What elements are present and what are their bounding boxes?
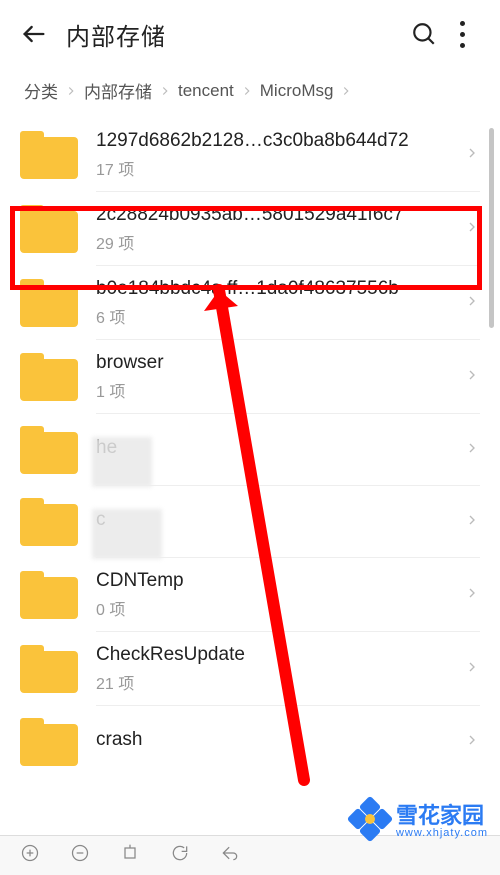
folder-list: 1297d6862b2128…c3c0ba8b644d72 17 项 2c288… xyxy=(0,118,500,835)
breadcrumb: 分类 内部存储 tencent MicroMsg xyxy=(0,68,500,117)
list-item[interactable]: b0e184bbdc4a ff…1da0f48637556b 6 项 xyxy=(0,266,500,340)
folder-icon xyxy=(20,718,78,766)
folder-count: 6 项 xyxy=(96,304,464,328)
chevron-right-icon xyxy=(464,512,480,533)
pixelation-overlay xyxy=(92,437,152,487)
folder-icon xyxy=(20,279,78,327)
more-button[interactable] xyxy=(444,18,480,51)
folder-count: 21 项 xyxy=(96,670,464,694)
back-button[interactable] xyxy=(20,20,56,48)
chevron-right-icon xyxy=(62,81,80,101)
list-item[interactable]: 2c28824b0935ab…5801529a41f6c7 29 项 xyxy=(0,192,500,266)
list-item[interactable]: c xyxy=(0,486,500,558)
watermark-url: www.xhjaty.com xyxy=(396,827,488,839)
folder-count: 17 项 xyxy=(96,156,464,180)
back-icon[interactable] xyxy=(220,843,240,868)
folder-count: 1 项 xyxy=(96,378,464,402)
chevron-right-icon xyxy=(238,81,256,101)
chevron-right-icon xyxy=(464,293,480,314)
folder-icon xyxy=(20,426,78,474)
folder-name: crash xyxy=(96,729,464,751)
tool-icon[interactable] xyxy=(20,843,40,868)
folder-icon xyxy=(20,131,78,179)
app-header: 内部存储 xyxy=(0,0,500,68)
list-item[interactable]: CDNTemp 0 项 xyxy=(0,558,500,632)
folder-icon xyxy=(20,205,78,253)
chevron-right-icon xyxy=(464,367,480,388)
chevron-right-icon xyxy=(464,732,480,753)
folder-count: 0 项 xyxy=(96,596,464,620)
tool-icon[interactable] xyxy=(70,843,90,868)
chevron-right-icon xyxy=(156,81,174,101)
breadcrumb-item[interactable]: tencent xyxy=(174,81,238,101)
chevron-right-icon xyxy=(464,145,480,166)
chevron-right-icon xyxy=(464,585,480,606)
folder-icon xyxy=(20,645,78,693)
folder-name: CDNTemp xyxy=(96,570,464,592)
list-item[interactable]: browser 1 项 xyxy=(0,340,500,414)
chevron-right-icon xyxy=(464,659,480,680)
breadcrumb-item[interactable]: 分类 xyxy=(20,78,62,103)
folder-icon xyxy=(20,353,78,401)
list-item[interactable]: 1297d6862b2128…c3c0ba8b644d72 17 项 xyxy=(0,118,500,192)
list-item[interactable]: crash xyxy=(0,706,500,778)
folder-count: 29 项 xyxy=(96,230,464,254)
chevron-right-icon xyxy=(464,219,480,240)
watermark-brand: 雪花家园 xyxy=(396,803,484,828)
breadcrumb-item[interactable]: 内部存储 xyxy=(80,78,156,103)
snowflake-icon xyxy=(350,799,390,839)
refresh-icon[interactable] xyxy=(170,843,190,868)
pixelation-overlay xyxy=(92,509,162,559)
breadcrumb-item[interactable]: MicroMsg xyxy=(256,81,338,101)
search-button[interactable] xyxy=(404,21,444,47)
list-item[interactable]: he xyxy=(0,414,500,486)
folder-name: CheckResUpdate xyxy=(96,644,464,666)
tool-icon[interactable] xyxy=(120,843,140,868)
list-item[interactable]: CheckResUpdate 21 项 xyxy=(0,632,500,706)
watermark: 雪花家园 www.xhjaty.com xyxy=(350,798,488,839)
chevron-right-icon xyxy=(464,440,480,461)
folder-name: browser xyxy=(96,352,464,374)
bottom-toolbar xyxy=(0,835,500,875)
folder-name: b0e184bbdc4a ff…1da0f48637556b xyxy=(96,278,464,300)
folder-name: 2c28824b0935ab…5801529a41f6c7 xyxy=(96,204,464,226)
folder-icon xyxy=(20,498,78,546)
folder-icon xyxy=(20,571,78,619)
page-title: 内部存储 xyxy=(66,17,404,52)
folder-name: 1297d6862b2128…c3c0ba8b644d72 xyxy=(96,130,464,152)
chevron-right-icon xyxy=(337,81,355,101)
